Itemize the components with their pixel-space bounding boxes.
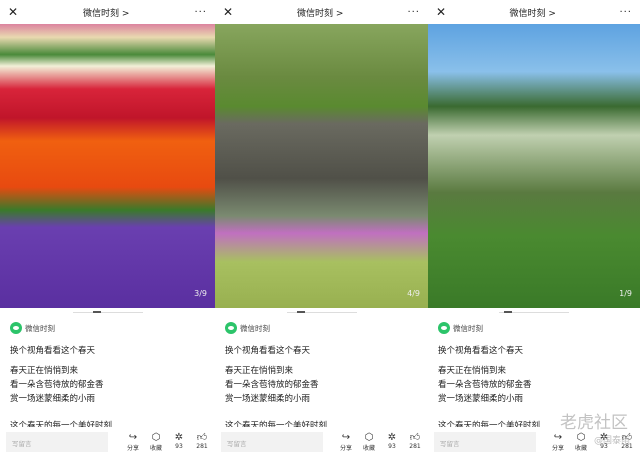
wow-count: 93 xyxy=(175,443,183,450)
like-count: 281 xyxy=(409,443,421,450)
collect-icon: ⬡ xyxy=(151,432,161,443)
article-line: 赏一场迷蒙细柔的小雨 xyxy=(438,394,524,404)
article-line: 春天正在悄悄到来 xyxy=(438,366,507,376)
article-line: 春天正在悄悄到来 xyxy=(10,366,79,376)
collect-button[interactable]: ⬡ 收藏 xyxy=(574,432,588,452)
article-body: 微信时刻 换个视角看看这个春天 春天正在悄悄到来看一朵含苞待放的郁金香 赏一场迷蒙… xyxy=(225,322,422,433)
page-title[interactable]: 微信时刻 > xyxy=(297,6,343,19)
article-panel: 4/9 ✕ 微信时刻 > ··· 微信时刻 换个视角看看这个春天 春天正在悄悄到… xyxy=(215,0,428,457)
article-line: 春天正在悄悄到来 xyxy=(225,366,294,376)
carousel-indicator xyxy=(72,311,143,313)
comment-input[interactable]: 写留言 xyxy=(221,432,323,452)
bottom-bar: 写留言 ↪ 分享 ⬡ 收藏 ✲ 93 👍︎ 281 xyxy=(0,427,215,457)
like-icon: 👍︎ xyxy=(196,432,208,443)
article-image[interactable]: 4/9 xyxy=(215,20,428,308)
share-button[interactable]: ↪ 分享 xyxy=(126,432,140,452)
page-title[interactable]: 微信时刻 > xyxy=(83,6,129,19)
collect-label: 收藏 xyxy=(362,445,375,452)
wow-button[interactable]: ✲ 93 xyxy=(172,432,186,452)
comment-input[interactable]: 写留言 xyxy=(6,432,108,452)
image-counter: 1/9 xyxy=(619,289,632,298)
carousel-indicator xyxy=(499,311,569,313)
share-button[interactable]: ↪ 分享 xyxy=(339,432,353,452)
article-panel: 1/9 ✕ 微信时刻 > ··· 微信时刻 换个视角看看这个春天 春天正在悄悄到… xyxy=(428,0,640,457)
collect-button[interactable]: ⬡ 收藏 xyxy=(149,432,163,452)
wechat-logo-icon xyxy=(225,322,237,334)
watermark-brand: 老虎社区 xyxy=(560,413,628,433)
close-icon[interactable]: ✕ xyxy=(223,5,233,19)
share-label: 分享 xyxy=(339,445,352,452)
wow-icon: ✲ xyxy=(387,432,397,443)
source-name: 微信时刻 xyxy=(240,323,270,333)
article-heading: 换个视角看看这个春天 xyxy=(10,346,96,356)
share-icon: ↪ xyxy=(341,432,351,443)
share-icon: ↪ xyxy=(128,432,138,443)
more-icon[interactable]: ··· xyxy=(619,7,632,18)
wechat-logo-icon xyxy=(438,322,450,334)
collect-button[interactable]: ⬡ 收藏 xyxy=(362,432,376,452)
image-counter: 4/9 xyxy=(407,289,420,298)
article-heading: 换个视角看看这个春天 xyxy=(438,346,524,356)
wow-icon: ✲ xyxy=(174,432,184,443)
article-image[interactable]: 1/9 xyxy=(428,20,640,308)
wow-count: 93 xyxy=(388,443,396,450)
share-label: 分享 xyxy=(551,445,564,452)
article-line: 看一朵含苞待放的郁金香 xyxy=(438,380,532,390)
image-counter: 3/9 xyxy=(194,289,207,298)
bottom-bar: 写留言 ↪ 分享 ⬡ 收藏 ✲ 93 👍︎ 281 xyxy=(215,427,428,457)
collect-icon: ⬡ xyxy=(576,432,586,443)
comment-input[interactable]: 写留言 xyxy=(434,432,536,452)
like-count: 281 xyxy=(196,443,208,450)
wechat-logo-icon xyxy=(10,322,22,334)
source-name: 微信时刻 xyxy=(25,323,55,333)
like-button[interactable]: 👍︎ 281 xyxy=(195,432,209,452)
page-title[interactable]: 微信时刻 > xyxy=(510,6,556,19)
source-name: 微信时刻 xyxy=(453,323,483,333)
top-bar: ✕ 微信时刻 > ··· xyxy=(0,0,215,24)
collect-label: 收藏 xyxy=(149,445,162,452)
article-panel: 3/9 ✕ 微信时刻 > ··· 微信时刻 换个视角看看这个春天 春天正在悄悄到… xyxy=(0,0,215,457)
article-body: 微信时刻 换个视角看看这个春天 春天正在悄悄到来看一朵含苞待放的郁金香 赏一场迷蒙… xyxy=(10,322,209,433)
like-icon: 👍︎ xyxy=(409,432,421,443)
collect-icon: ⬡ xyxy=(364,432,374,443)
share-icon: ↪ xyxy=(553,432,563,443)
like-button[interactable]: 👍︎ 281 xyxy=(408,432,422,452)
close-icon[interactable]: ✕ xyxy=(8,5,18,19)
article-image[interactable]: 3/9 xyxy=(0,20,215,308)
source[interactable]: 微信时刻 xyxy=(438,322,634,334)
close-icon[interactable]: ✕ xyxy=(436,5,446,19)
article-line: 赏一场迷蒙细柔的小雨 xyxy=(225,394,311,404)
share-label: 分享 xyxy=(126,445,139,452)
top-bar: ✕ 微信时刻 > ··· xyxy=(428,0,640,24)
article-line: 赏一场迷蒙细柔的小雨 xyxy=(10,394,96,404)
more-icon[interactable]: ··· xyxy=(194,7,207,18)
share-button[interactable]: ↪ 分享 xyxy=(551,432,565,452)
watermark-user: @国泰雨 xyxy=(593,436,630,446)
collect-label: 收藏 xyxy=(574,445,587,452)
more-icon[interactable]: ··· xyxy=(407,7,420,18)
source[interactable]: 微信时刻 xyxy=(10,322,209,334)
top-bar: ✕ 微信时刻 > ··· xyxy=(215,0,428,24)
article-line: 看一朵含苞待放的郁金香 xyxy=(10,380,104,390)
wow-button[interactable]: ✲ 93 xyxy=(385,432,399,452)
source[interactable]: 微信时刻 xyxy=(225,322,422,334)
article-heading: 换个视角看看这个春天 xyxy=(225,346,311,356)
carousel-indicator xyxy=(286,311,357,313)
article-line: 看一朵含苞待放的郁金香 xyxy=(225,380,319,390)
